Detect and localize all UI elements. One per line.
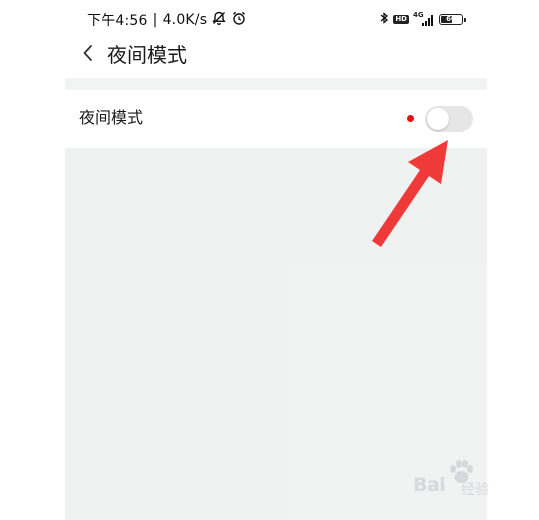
battery-cap — [464, 17, 466, 22]
screenshot-canvas: 下午4:56 | 4.0K/s HD 4G 60 夜间模式 夜间模式 Bai 经… — [0, 0, 539, 520]
night-mode-toggle[interactable] — [425, 106, 473, 132]
alarm-icon — [231, 10, 247, 30]
notification-muted-icon — [211, 10, 227, 30]
status-separator: | — [152, 12, 158, 28]
watermark-brand: Bai — [413, 474, 446, 496]
status-time: 下午4:56 — [87, 13, 148, 29]
battery-level: 60 — [446, 15, 456, 23]
status-network-speed: 4.0K/s — [162, 12, 208, 28]
chevron-left-icon — [82, 44, 94, 66]
status-bar: 下午4:56 | 4.0K/s HD 4G 60 — [65, 0, 487, 36]
night-mode-setting-row[interactable]: 夜间模式 — [65, 90, 487, 148]
back-button[interactable] — [77, 42, 99, 68]
status-left: 下午4:56 | 4.0K/s — [87, 10, 247, 30]
phone-screen: 下午4:56 | 4.0K/s HD 4G 60 夜间模式 夜间模式 — [65, 0, 487, 520]
watermark-subtitle: 经验 — [461, 482, 489, 498]
baidu-watermark: Bai 经验 — [405, 460, 515, 500]
hd-icon: HD — [393, 15, 409, 24]
new-indicator-dot — [407, 115, 414, 122]
nav-header: 夜间模式 — [65, 36, 487, 78]
signal-icon: 4G — [413, 11, 435, 27]
night-mode-label: 夜间模式 — [79, 108, 144, 127]
bluetooth-icon — [380, 10, 389, 29]
battery-icon: 60 — [439, 14, 466, 25]
page-title: 夜间模式 — [107, 43, 187, 67]
toggle-knob — [427, 108, 449, 130]
status-right: HD 4G 60 — [380, 10, 466, 29]
